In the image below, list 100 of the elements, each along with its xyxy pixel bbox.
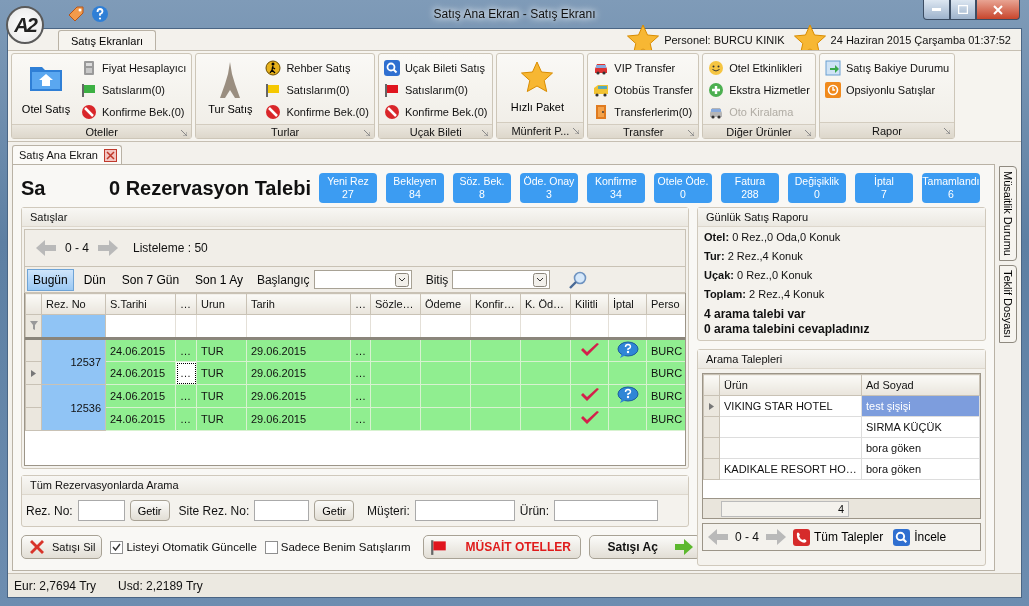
row-header[interactable] [703,395,720,417]
launcher-icon[interactable] [944,128,951,134]
auto-update-checkbox[interactable]: Listeyi Otomatik Güncelle [110,540,257,554]
available-hotels-button[interactable]: MÜSAİT OTELLER [422,535,581,559]
ribbon-item[interactable]: Rehber Satış [265,58,369,77]
ribbon-item[interactable]: Konfirme Bek.(0) [81,102,187,121]
ribbon-item[interactable]: Otel Etkinlikleri [708,58,810,77]
ribbon-item[interactable]: Konfirme Bek.(0) [383,102,488,121]
column-header[interactable]: … [175,293,197,315]
row-header[interactable] [25,338,42,362]
previous-arrow-icon[interactable] [35,239,57,257]
next-arrow-icon[interactable] [765,528,787,546]
date-filter-button[interactable]: Son 1 Ay [189,268,249,291]
column-header[interactable]: Ödeme [420,293,471,315]
fetch-button[interactable]: Getir [129,500,170,521]
ribbon-item[interactable]: Fiyat Hesaplayıcı [81,58,187,77]
row-header[interactable] [25,361,42,385]
ribbon-item[interactable]: Opsiyonlu Satışlar [824,80,950,99]
next-arrow-icon[interactable] [97,239,119,257]
launcher-icon[interactable] [482,130,489,136]
site-rez-no-field[interactable] [254,500,310,521]
date-filter-button[interactable]: Bugün [27,268,74,291]
column-header[interactable]: Perso [646,293,685,315]
check-icon [112,543,122,551]
column-header[interactable]: K. Öd… [520,293,571,315]
ribbon-item[interactable]: Uçak Bileti Satış [383,58,488,77]
ribbon-large-button[interactable]: Tur Satış [201,57,260,121]
group-label: Transfer [623,125,664,138]
inspect-button[interactable]: İncele [893,528,947,546]
help-icon[interactable] [91,5,109,23]
customer-field[interactable] [414,500,515,521]
calculator-icon [81,59,97,76]
column-header[interactable]: Ürün [719,374,862,396]
minimize-button[interactable] [923,0,950,20]
column-header[interactable]: Tarih [246,293,351,315]
rez-no-field[interactable] [77,500,125,521]
stop-icon [265,103,282,120]
column-header[interactable]: İptal [608,293,647,315]
status-text: Eur: 2,7694 Try [14,578,97,593]
close-button[interactable] [976,0,1020,20]
dropdown-button[interactable] [533,272,548,287]
group-label: Münferit P... [511,124,570,137]
panel-title: Satışlar [30,211,68,223]
column-header[interactable]: Konfir… [470,293,521,315]
ribbon-item[interactable]: Satıslarım(0) [383,80,488,99]
search-icon[interactable] [568,269,589,290]
page-range: 0 - 4 [735,530,759,544]
maximize-button[interactable] [950,0,976,20]
ribbon-item[interactable]: Satış Bakiye Durumu [824,58,950,77]
report-line: Uçak: 0 Rez.,0 Konuk [704,269,814,281]
tag-icon[interactable] [67,5,85,23]
launcher-icon[interactable] [688,130,695,136]
group-label: Oteller [85,125,118,138]
fetch-button[interactable]: Getir [314,500,355,521]
side-tab[interactable]: Müsaitlik Durumu [999,166,1017,261]
start-date-field[interactable] [313,270,412,289]
close-icon[interactable] [103,148,117,162]
personnel-label: Personel: BURCU KINIK [664,33,785,46]
flag-icon [429,538,448,556]
column-header[interactable]: Urun [196,293,247,315]
column-header[interactable]: Sözle… [370,293,421,315]
report-line: Tur: 2 Rez.,4 Konuk [704,250,804,262]
launcher-icon[interactable] [181,130,188,136]
column-header[interactable]: Kilitli [570,293,609,315]
previous-arrow-icon[interactable] [707,528,729,546]
request-title: 0 Rezervasyon Talebi [109,176,311,200]
column-header[interactable]: Rez. No [41,293,106,315]
launcher-icon[interactable] [363,130,370,136]
ribbon-item[interactable]: Konfirme Bek.(0) [265,102,369,121]
dropdown-button[interactable] [394,272,409,287]
ribbon-item[interactable]: Otobüs Transfer [593,80,694,99]
column-header[interactable]: … [350,293,371,315]
column-header[interactable]: Ad Soyad [861,374,980,396]
launcher-icon[interactable] [804,130,811,136]
panel-title: Günlük Satış Raporu [706,211,809,223]
stop-icon [383,103,400,120]
table-cell: 12536 [41,384,106,431]
ribbon-item[interactable]: Satıslarım(0) [265,80,369,99]
side-tab[interactable]: Teklif Dosyası [999,264,1017,343]
table-cell: VIKING STAR HOTEL [719,395,862,417]
group-label: Diğer Ürünler [726,125,792,138]
ribbon-large-button[interactable]: Hızlı Paket [502,57,573,119]
product-field[interactable] [554,500,659,521]
date-filter-button[interactable]: Dün [77,268,112,291]
ribbon-item[interactable]: VIP Transfer [593,58,694,77]
ribbon-tab[interactable]: Satış Ekranları [58,30,157,50]
end-date-field[interactable] [452,270,551,289]
only-mine-checkbox[interactable]: Sadece Benim Satışlarım [264,540,411,554]
date-filter-button[interactable]: Son 7 Gün [115,268,186,291]
ribbon-item[interactable]: Ekstra Hizmetler [708,80,810,99]
ribbon-item[interactable]: Satıslarım(0) [81,80,187,99]
ribbon-item[interactable]: Transferlerim(0) [593,102,694,121]
ribbon-large-button[interactable]: Otel Satış [17,57,75,121]
document-tab[interactable]: Satış Ana Ekran [12,145,122,164]
summary-text: 4 arama talebi var [704,307,807,321]
launcher-icon[interactable] [573,128,580,134]
search-icon [383,59,400,76]
delete-sale-button[interactable]: Satışı Sil [21,535,103,559]
column-header[interactable]: S.Tarihi [105,293,176,315]
all-requests-button[interactable]: Tüm Talepler [793,528,884,546]
